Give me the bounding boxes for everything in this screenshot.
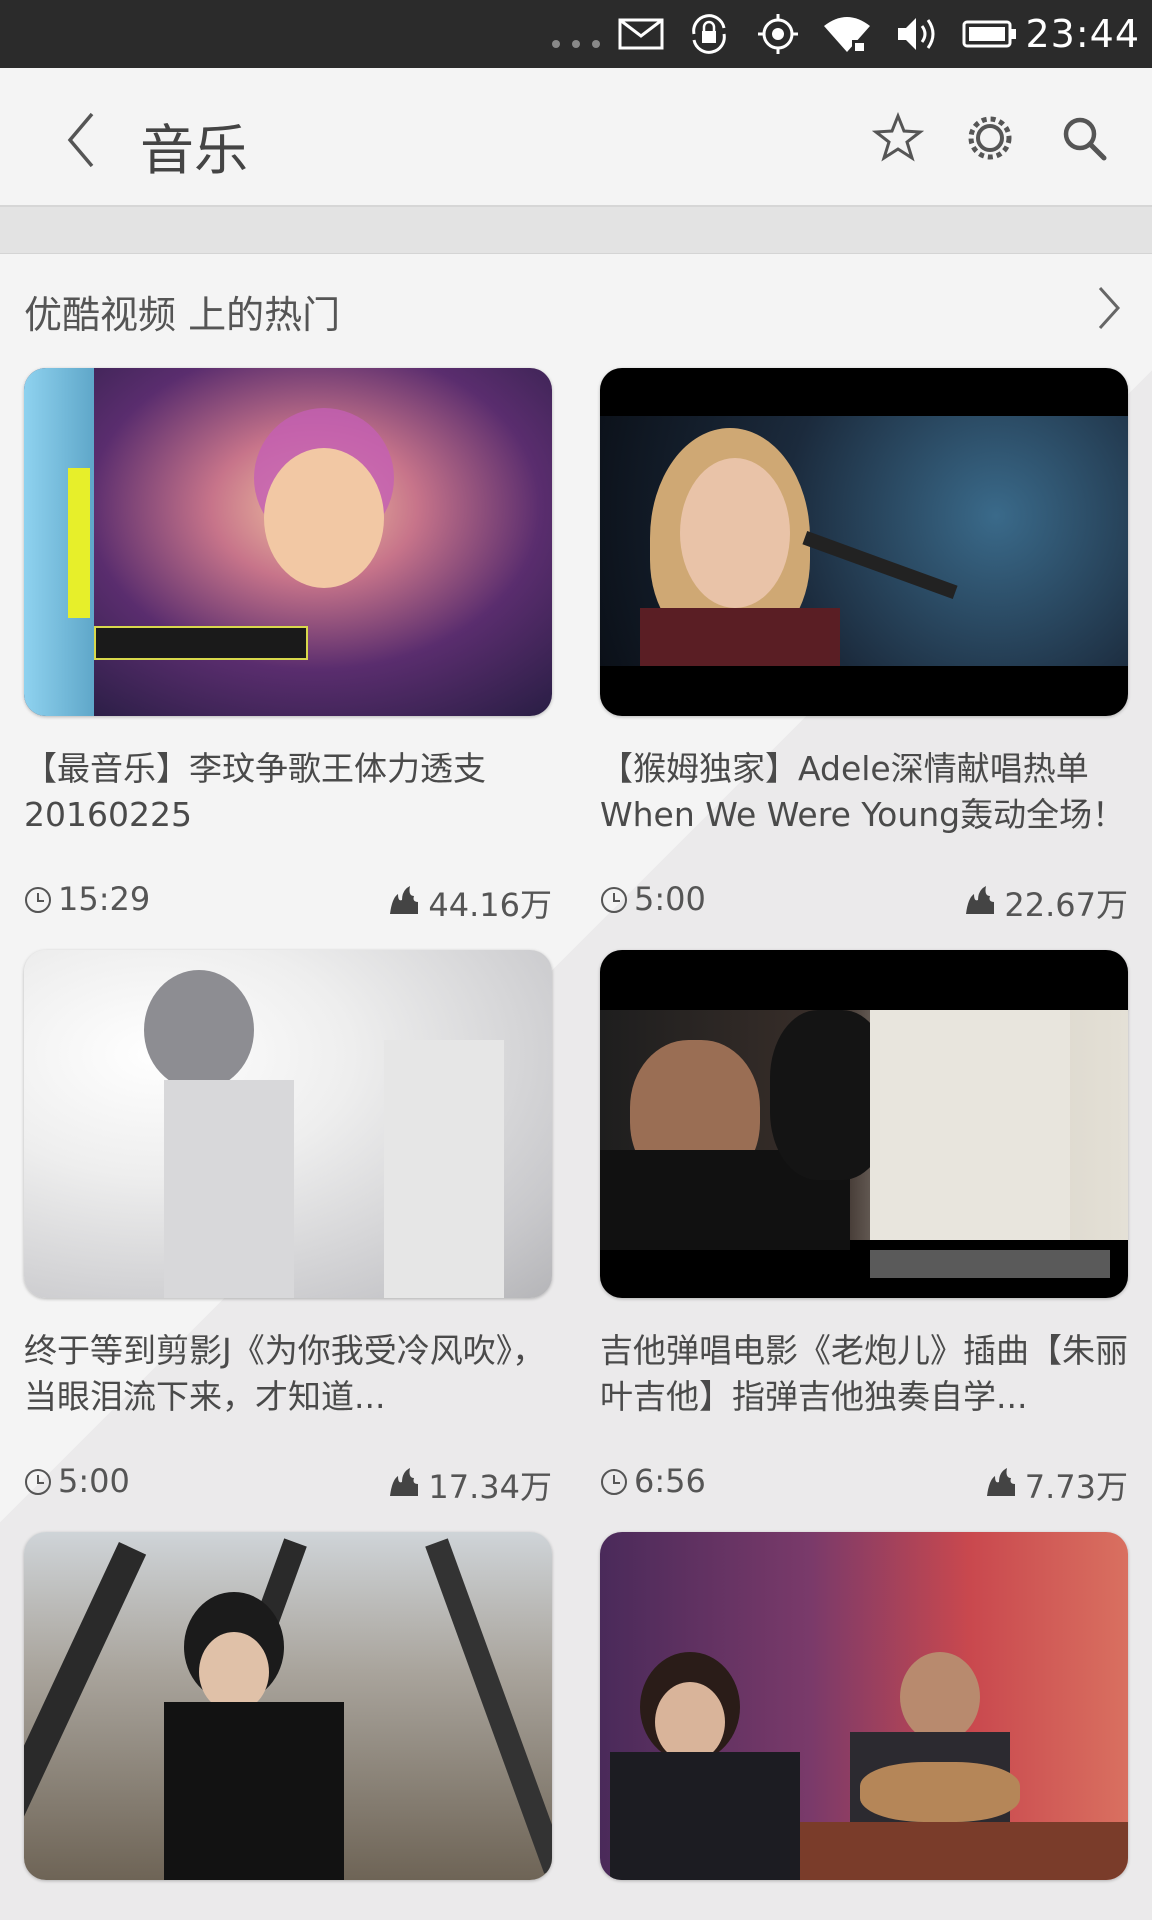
video-thumbnail[interactable] (24, 368, 552, 716)
clock-time: 23:44 (1025, 12, 1140, 56)
rotation-lock-icon (692, 14, 726, 54)
video-meta: 5:00 22.67万 (600, 880, 1128, 924)
header-divider-band (0, 207, 1152, 254)
video-card[interactable] (600, 1532, 1128, 1880)
star-icon[interactable] (872, 112, 924, 164)
video-meta: 6:56 7.73万 (600, 1462, 1128, 1506)
video-meta: 15:29 44.16万 (24, 880, 552, 924)
video-views: 17.34万 (388, 1462, 552, 1508)
video-thumbnail[interactable] (600, 950, 1128, 1298)
video-card[interactable]: 终于等到剪影J《为你我受冷风吹》，当眼泪流下来，才知道... 5:00 17.3… (24, 950, 552, 1506)
video-duration: 5:00 (634, 880, 706, 918)
wifi-icon (824, 17, 870, 52)
gear-icon[interactable] (964, 112, 1016, 164)
video-views: 7.73万 (985, 1462, 1128, 1508)
video-title[interactable]: 【最音乐】李玟争歌王体力透支20160225 (24, 746, 552, 838)
volume-icon (898, 18, 935, 50)
flame-icon (966, 886, 995, 914)
location-icon (758, 14, 798, 54)
flame-icon (390, 1468, 419, 1496)
chevron-right-icon[interactable] (1094, 284, 1124, 332)
clock-icon (601, 1469, 627, 1495)
section-title[interactable]: 优酷视频 上的热门 (24, 284, 340, 339)
video-title[interactable] (24, 1910, 552, 1920)
search-icon[interactable] (1058, 112, 1110, 164)
mail-icon (618, 18, 664, 50)
video-meta: 5:00 17.34万 (24, 1462, 552, 1506)
video-card[interactable] (24, 1532, 552, 1880)
clock-icon (601, 887, 627, 913)
video-title[interactable]: 吉他弹唱电影《老炮儿》插曲【朱丽叶吉他】指弹吉他独奏自学... (600, 1328, 1128, 1420)
page-title: 音乐 (140, 119, 248, 182)
video-title[interactable]: 终于等到剪影J《为你我受冷风吹》，当眼泪流下来，才知道... (24, 1328, 552, 1420)
back-icon[interactable] (56, 110, 106, 170)
flame-icon (390, 886, 419, 914)
battery-icon (962, 20, 1016, 48)
video-thumbnail[interactable] (600, 1532, 1128, 1880)
video-views: 22.67万 (964, 880, 1128, 926)
video-card[interactable]: 【最音乐】李玟争歌王体力透支20160225 15:29 44.16万 (24, 368, 552, 924)
flame-icon (986, 1468, 1015, 1496)
video-thumbnail[interactable] (24, 1532, 552, 1880)
video-views: 44.16万 (388, 880, 552, 926)
more-dots-icon (552, 40, 600, 48)
status-bar: 23:44 (0, 0, 1152, 68)
content-area[interactable]: 优酷视频 上的热门 【最音乐】李玟争歌王体力透支20160225 15:29 4… (0, 254, 1152, 1920)
video-duration: 15:29 (58, 880, 151, 918)
video-duration: 6:56 (634, 1462, 706, 1500)
video-title[interactable] (600, 1910, 1128, 1920)
video-thumbnail[interactable] (24, 950, 552, 1298)
video-card[interactable]: 【猴姆独家】Adele深情献唱热单When We Were Young轰动全场！… (600, 368, 1128, 924)
clock-icon (25, 887, 51, 913)
clock-icon (25, 1469, 51, 1495)
video-duration: 5:00 (58, 1462, 130, 1500)
app-header: 音乐 (0, 68, 1152, 207)
video-card[interactable]: 吉他弹唱电影《老炮儿》插曲【朱丽叶吉他】指弹吉他独奏自学... 6:56 7.7… (600, 950, 1128, 1506)
video-thumbnail[interactable] (600, 368, 1128, 716)
video-title[interactable]: 【猴姆独家】Adele深情献唱热单When We Were Young轰动全场！ (600, 746, 1128, 838)
